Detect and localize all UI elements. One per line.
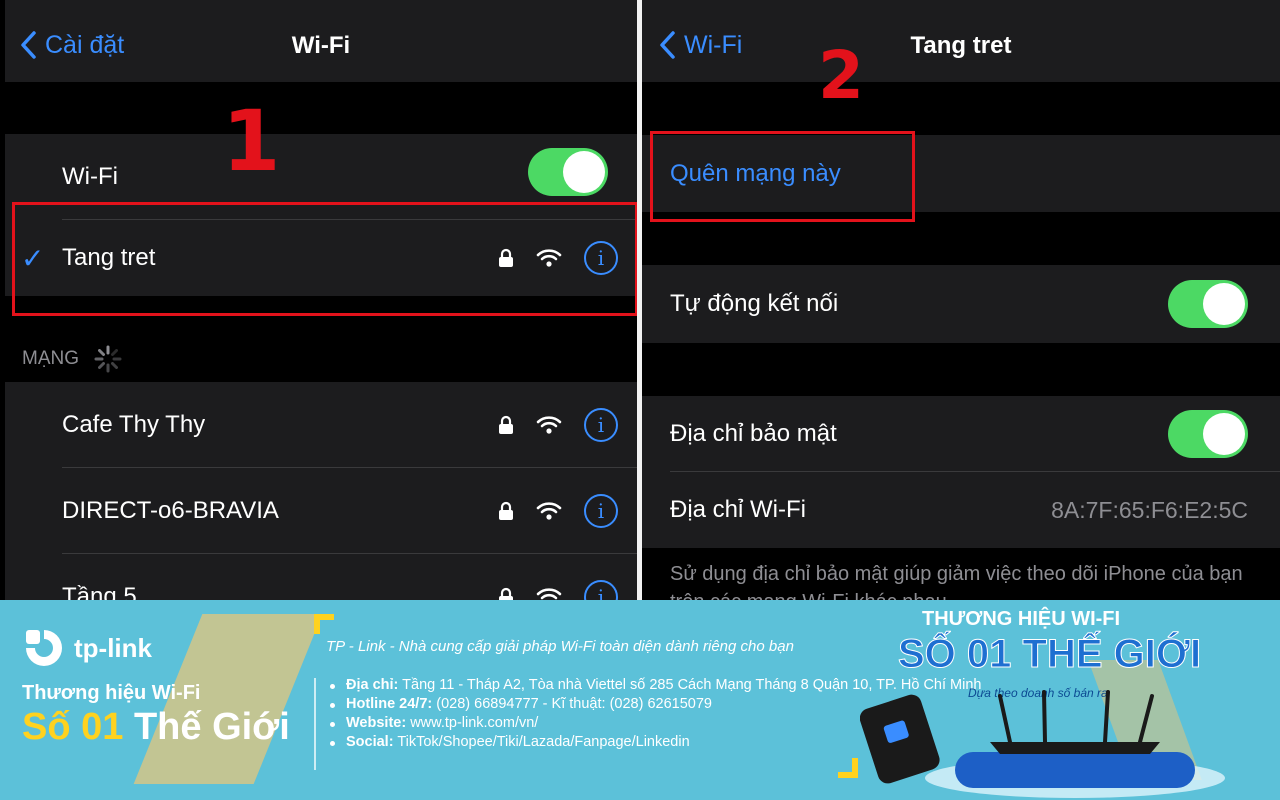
network-row[interactable]: DIRECT-o6-BRAVIA i [5,468,637,554]
wifi-toggle[interactable] [528,148,608,196]
networks-section-header: MẠNG [22,344,123,374]
network-status-icons: i [498,494,618,528]
auto-join-group: Tự động kết nối [642,265,1280,343]
network-name: Cafe Thy Thy [62,411,206,438]
wifi-toggle-label: Wi-Fi [62,163,118,190]
network-status-icons: i [498,580,618,600]
wifi-signal-icon [536,502,562,520]
networks-list: Cafe Thy Thy i DIRECT-o6-BRAVIA i Tầng 5… [5,382,637,600]
toggle-knob [1203,413,1245,455]
network-name: DIRECT-o6-BRAVIA [62,497,279,524]
tp-link-banner: tp-link Thương hiệu Wi-Fi Số 01 Thế Giới… [0,600,1280,800]
page-title: Wi-Fi [291,32,351,59]
info-divider [314,678,316,770]
wifi-signal-icon [536,588,562,600]
auto-join-label: Tự động kết nối [670,290,839,317]
decorative-corner [314,614,320,634]
network-row[interactable]: Cafe Thy Thy i [5,382,637,468]
toggle-knob [563,151,605,193]
highlight-box-2 [650,131,915,222]
slogan-line-2: Số 01 Thế Giới [22,706,290,749]
network-name: Tầng 5 [62,583,137,600]
slogan-white: Thế Giới [133,706,290,748]
info-icon[interactable]: i [584,494,618,528]
lock-icon [499,501,513,520]
address-group: Địa chỉ bảo mật Địa chỉ Wi-Fi 8A:7F:65:F… [642,396,1280,548]
toggle-knob [1203,283,1245,325]
auto-join-toggle[interactable] [1168,280,1248,328]
nav-bar: Cài đặt Wi-Fi [5,0,637,82]
tagline: TP - Link - Nhà cung cấp giải pháp Wi-Fi… [326,638,794,655]
network-row[interactable]: Tầng 5 i [5,554,637,600]
slogan-highlight: Số 01 [22,706,124,748]
slogan-line-1: Thương hiệu Wi-Fi [22,682,201,704]
step-number-2: 2 [818,37,864,114]
private-address-toggle[interactable] [1168,410,1248,458]
tp-link-logo: tp-link [22,626,152,670]
router-product-image [860,690,1225,798]
wifi-address-row: Địa chỉ Wi-Fi 8A:7F:65:F6:E2:5C [642,472,1280,548]
tp-link-logo-icon [26,630,62,666]
private-address-note: Sử dụng địa chỉ bảo mật giúp giảm việc t… [670,563,1243,600]
promo-block: THƯƠNG HIỆU WI-FI SỐ 01 THẾ GIỚI Dựa the… [860,600,1280,800]
page-title: Tang tret [910,32,1012,59]
step-number-1: 1 [222,92,281,190]
info-icon[interactable]: i [584,580,618,600]
auto-join-row: Tự động kết nối [642,265,1280,343]
section-label: MẠNG [22,348,79,369]
network-status-icons: i [498,408,618,442]
loading-spinner-icon [94,345,122,373]
info-icon[interactable]: i [584,408,618,442]
wifi-address-value: 8A:7F:65:F6:E2:5C [1051,496,1248,523]
lock-icon [499,415,513,434]
lock-icon [499,587,513,600]
private-address-row: Địa chỉ bảo mật [642,396,1280,472]
highlight-box-1 [12,202,637,316]
logo-text: tp-link [74,632,152,663]
decorative-corner [852,758,858,778]
network-detail-panel: Wi-Fi Tang tret 2 Quên mạng này Tự động … [642,0,1280,600]
screenshot-stage: Cài đặt Wi-Fi Wi-Fi ✓ Tang tret i 1 MẠNG… [0,0,1280,800]
wifi-signal-icon [536,416,562,434]
promo-headline: SỐ 01 THẾ GIỚI [897,632,1202,677]
wifi-settings-panel: Cài đặt Wi-Fi Wi-Fi ✓ Tang tret i 1 MẠNG… [0,0,637,600]
wifi-address-label: Địa chỉ Wi-Fi [670,496,806,523]
nav-bar: Wi-Fi Tang tret [642,0,1280,82]
promo-title: THƯƠNG HIỆU WI-FI [922,608,1121,630]
private-address-label: Địa chỉ bảo mật [670,420,837,447]
